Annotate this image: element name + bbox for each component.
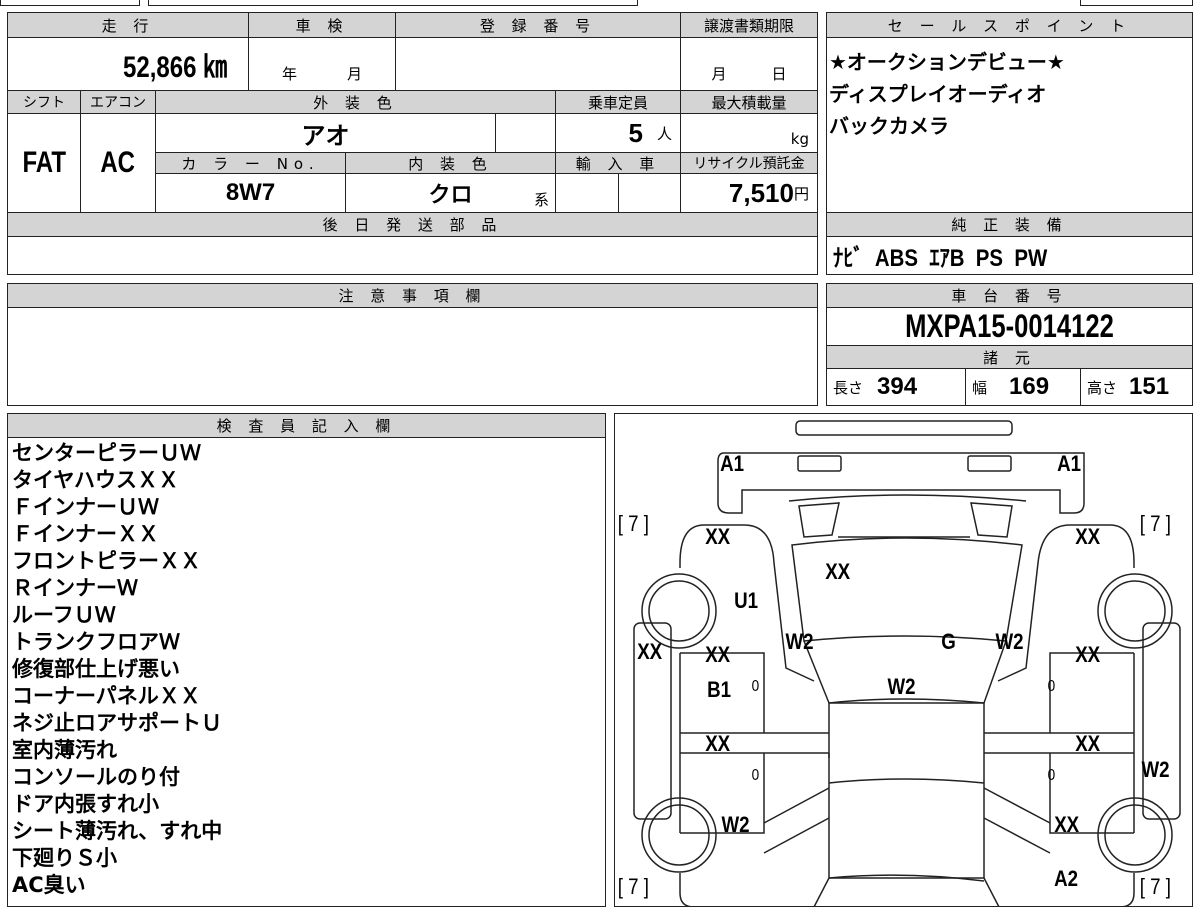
sales-point-item: バックカメラ — [829, 114, 949, 138]
width-cell: 幅 169 — [965, 368, 1081, 406]
tire-depth-rl: [ 7 ] — [617, 874, 649, 899]
damage-qtr-right: XX — [1054, 812, 1080, 837]
aircon-value: AC — [80, 113, 156, 213]
max-load-value: kg — [680, 113, 818, 153]
door-mark: 0 — [1047, 678, 1056, 695]
note-item: ドア内張すれ小 — [12, 792, 159, 816]
shift-value: FAT — [7, 113, 81, 213]
sales-points: ★オークションデビュー★ ディスプレイオーディオ バックカメラ — [826, 37, 1193, 213]
shift-label: シフト — [7, 90, 81, 114]
note-item: ＲインナーＷ — [12, 576, 138, 600]
damage-a2: A2 — [1054, 866, 1079, 891]
damage-w2-right: W2 — [995, 629, 1024, 654]
damage-a1-left: A1 — [720, 451, 745, 476]
note-item: 下廻りＳ小 — [12, 846, 117, 870]
damage-g: G — [941, 629, 956, 654]
notes-value — [7, 307, 818, 406]
damage-sill-left: XX — [637, 639, 663, 664]
note-item: ネジ止ロアサポートＵ — [12, 711, 222, 735]
note-item: フロントピラーＸＸ — [12, 549, 201, 573]
note-item: トランクフロアＷ — [12, 630, 180, 654]
chassis-no-label: 車 台 番 号 — [826, 283, 1193, 308]
notes-label: 注 意 事 項 欄 — [7, 283, 818, 308]
damage-door-rr: XX — [1075, 731, 1101, 756]
sales-point-label: セ ー ル ス ポ イ ン ト — [826, 12, 1193, 38]
note-item: タイヤハウスＸＸ — [12, 468, 179, 492]
door-mark: 0 — [1047, 767, 1056, 784]
damage-qtr-left: W2 — [721, 812, 750, 837]
inspection-label: 車 検 — [248, 12, 396, 38]
door-mark: 0 — [751, 678, 760, 695]
import-label: 輸 入 車 — [555, 152, 681, 174]
mileage-label: 走 行 — [7, 12, 249, 38]
transfer-deadline-label: 譲渡書類期限 — [680, 12, 818, 38]
damage-door-rl: XX — [705, 731, 731, 756]
later-parts-value — [7, 236, 818, 275]
car-outline-icon — [633, 420, 1181, 907]
top-fragment — [148, 0, 638, 6]
tire-depth-rr: [ 7 ] — [1139, 874, 1171, 899]
damage-sill-right: W2 — [1141, 757, 1170, 782]
recycle-fee-value: 7,510 円 — [680, 173, 818, 213]
damage-pillar: U1 — [734, 588, 759, 613]
damage-roof: W2 — [887, 674, 916, 699]
chassis-no-value: MXPA15-0014122 — [826, 307, 1193, 346]
interior-color-value: クロ系 — [345, 173, 556, 213]
top-fragment — [1080, 0, 1193, 6]
import-value — [555, 173, 619, 213]
interior-color-label: 内 装 色 — [345, 152, 556, 174]
note-item: シート薄汚れ、すれ中 — [12, 819, 223, 843]
damage-fender-fl: XX — [705, 524, 731, 549]
exterior-color-value: アオ — [155, 113, 496, 153]
damage-door-fr: XX — [1075, 642, 1101, 667]
capacity-label: 乗車定員 — [555, 90, 681, 114]
sales-point-item: ディスプレイオーディオ — [829, 82, 1047, 106]
damage-w2-left: W2 — [785, 629, 814, 654]
length-cell: 長さ 394 — [826, 368, 966, 406]
car-diagram: A1 A1 [ 7 ] [ 7 ] [ 7 ] [ 7 ] XX XX XX U… — [614, 413, 1193, 907]
door-mark: 0 — [751, 767, 760, 784]
exterior-color-label: 外 装 色 — [155, 90, 556, 114]
inspector-notes-list: センターピラーＵＷ タイヤハウスＸＸ ＦインナーＵＷ ＦインナーＸＸ フロントピ… — [12, 440, 222, 899]
note-item: センターピラーＵＷ — [12, 441, 201, 465]
damage-a1-right: A1 — [1057, 451, 1082, 476]
note-item: AC臭い — [12, 873, 86, 897]
std-equipment-label: 純 正 装 備 — [826, 212, 1193, 237]
note-item: ルーフＵＷ — [12, 603, 116, 627]
note-item: ＦインナーＸＸ — [12, 522, 159, 546]
mileage-value: 52,866 ㎞ — [7, 37, 249, 91]
registration-value — [395, 37, 681, 91]
color-no-label: カ ラ ー No. — [155, 152, 346, 174]
specs-label: 諸 元 — [826, 345, 1193, 369]
transfer-deadline-value: 月日 — [680, 37, 818, 91]
inspection-value: 年月 — [248, 37, 396, 91]
tire-depth-fl: [ 7 ] — [617, 511, 649, 536]
later-parts-label: 後 日 発 送 部 品 — [7, 212, 818, 237]
sales-point-item: ★オークションデビュー★ — [829, 50, 1065, 74]
top-fragment — [0, 0, 140, 6]
damage-door-fl: XX — [705, 642, 731, 667]
capacity-value: 5人 — [555, 113, 681, 153]
note-item: 修復部仕上げ悪い — [12, 657, 180, 681]
tire-depth-fr: [ 7 ] — [1139, 511, 1171, 536]
damage-b1: B1 — [707, 677, 732, 702]
registration-label: 登 録 番 号 — [395, 12, 681, 38]
note-item: 室内薄汚れ — [12, 738, 117, 762]
damage-hood: XX — [825, 559, 851, 584]
max-load-label: 最大積載量 — [680, 90, 818, 114]
damage-fender-fr: XX — [1075, 524, 1101, 549]
blank-cell — [495, 113, 556, 153]
note-item: コーナーパネルＸＸ — [12, 684, 201, 708]
aircon-label: エアコン — [80, 90, 156, 114]
import-value-2 — [618, 173, 681, 213]
height-cell: 高さ 151 — [1080, 368, 1193, 406]
recycle-fee-label: リサイクル預託金 — [680, 152, 818, 174]
inspector-label: 検 査 員 記 入 欄 — [7, 413, 606, 438]
color-no-value: 8W7 — [155, 173, 346, 213]
note-item: コンソールのり付 — [12, 765, 180, 789]
std-equipment-value: ﾅﾋﾞ ABS ｴｱB PS PW — [826, 236, 1193, 275]
note-item: ＦインナーＵＷ — [12, 495, 159, 519]
